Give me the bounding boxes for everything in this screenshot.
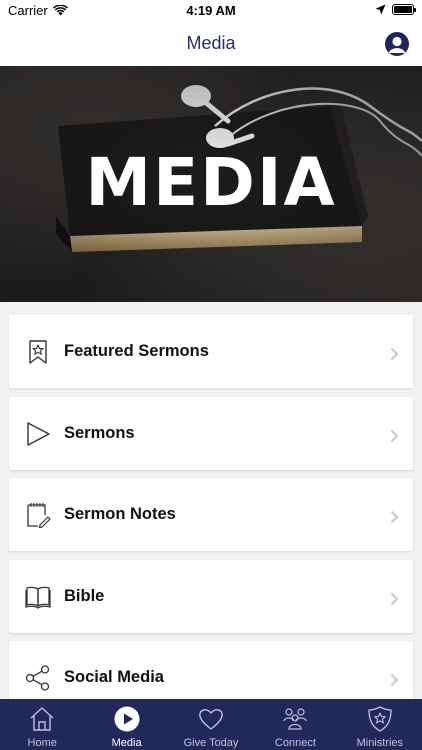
tab-label: Give Today (183, 737, 239, 749)
tab-ministries[interactable]: Ministries (338, 699, 422, 750)
location-arrow-icon (375, 4, 386, 15)
page-title: Media (186, 33, 236, 53)
profile-button[interactable] (385, 32, 409, 56)
menu-item-label: Bible (64, 586, 105, 605)
status-time: 4:19 AM (186, 3, 236, 18)
tab-label: Media (111, 737, 142, 749)
navigation-bar: Media (0, 22, 422, 66)
menu-item-featured-sermons[interactable]: Featured Sermons (9, 315, 413, 388)
hero-title: MEDIA (85, 144, 337, 221)
tab-label: Home (27, 737, 57, 749)
menu-item-label: Sermon Notes (64, 505, 176, 523)
tab-label: Connect (274, 737, 316, 749)
chevron-right-icon (390, 510, 399, 524)
battery-icon (392, 4, 416, 15)
tab-bar: Home Media Give Today Connect Ministries (0, 699, 422, 750)
tab-home[interactable]: Home (0, 699, 84, 750)
chevron-right-icon (390, 673, 399, 687)
user-avatar-icon (388, 36, 406, 53)
home-icon (30, 707, 54, 731)
hero-banner: MEDIA (0, 66, 422, 302)
notepad-pencil-icon (27, 503, 51, 528)
heart-icon (199, 709, 223, 730)
people-icon (283, 708, 308, 730)
share-icon (25, 665, 50, 691)
menu-item-sermon-notes[interactable]: Sermon Notes (9, 478, 413, 551)
menu-item-sermons[interactable]: Sermons (9, 396, 413, 470)
menu-item-label: Featured Sermons (64, 342, 209, 360)
tab-connect[interactable]: Connect (253, 699, 337, 750)
media-menu-list: Featured Sermons Sermons Sermon Notes Bi… (9, 315, 413, 723)
play-triangle-icon (27, 421, 50, 446)
shield-star-icon (368, 706, 392, 732)
menu-item-bible[interactable]: Bible (9, 559, 413, 633)
menu-item-label: Social Media (64, 668, 164, 686)
tab-give-today[interactable]: Give Today (169, 699, 253, 750)
chevron-right-icon (390, 592, 399, 605)
tab-label: Ministries (356, 737, 404, 749)
open-book-icon (25, 586, 51, 609)
bookmark-star-icon (29, 340, 47, 364)
status-bar: Carrier 4:19 AM (0, 0, 422, 22)
chevron-right-icon (390, 429, 399, 442)
status-right (375, 4, 416, 15)
chevron-right-icon (390, 347, 399, 361)
play-circle-icon (114, 706, 140, 732)
menu-item-label: Sermons (64, 423, 135, 442)
tab-media[interactable]: Media (84, 699, 168, 750)
